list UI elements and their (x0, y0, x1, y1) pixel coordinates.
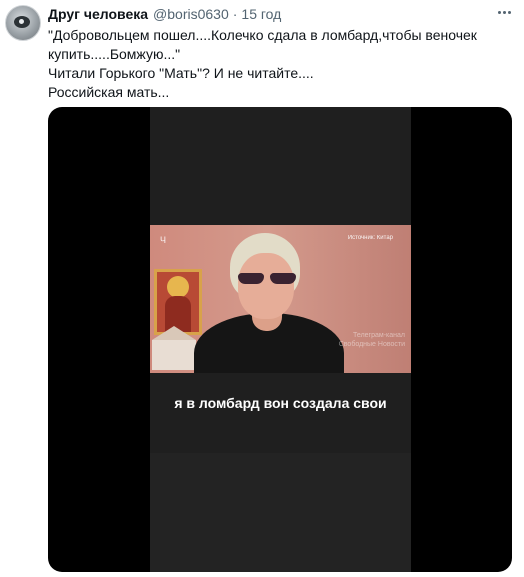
video-subtitle: я в ломбард вон создала свои (174, 395, 387, 411)
source-label: Источник: Китар (347, 235, 393, 241)
tweet-text-line: Читали Горького "Мать"? И не читайте.... (48, 65, 314, 81)
video-lower-area (150, 453, 411, 572)
video-frame: Ч Источник: Китар Телеграм-канал Свободн… (150, 225, 411, 373)
tweet-header: Друг человека @boris0630 · 15 год (48, 5, 281, 23)
author-handle[interactable]: @boris0630 (153, 6, 229, 22)
avatar[interactable] (5, 5, 41, 41)
tweet-timestamp[interactable]: 15 год (241, 6, 281, 22)
tweet-text-line: Российская мать... (48, 84, 170, 100)
video-watermark: Телеграм-канал Свободные Новости (338, 332, 405, 348)
author-name[interactable]: Друг человека (48, 6, 148, 22)
woman-face (238, 253, 294, 319)
avatar-eye-graphic (14, 16, 30, 28)
channel-logo: Ч (160, 235, 166, 245)
tweet: Друг человека @boris0630 · 15 год "Добро… (0, 0, 524, 577)
separator-dot: · (232, 6, 238, 22)
tweet-text-line: купить.....Бомжую..." (48, 46, 181, 62)
video-player[interactable]: Ч Источник: Китар Телеграм-канал Свободн… (48, 107, 512, 572)
tweet-text-line: "Добровольцем пошел....Колечко сдала в л… (48, 27, 477, 43)
tweet-text: "Добровольцем пошел....Колечко сдала в л… (48, 26, 488, 102)
house-decoration (152, 326, 196, 370)
more-options-icon[interactable] (494, 6, 514, 18)
sunglasses (238, 273, 296, 285)
